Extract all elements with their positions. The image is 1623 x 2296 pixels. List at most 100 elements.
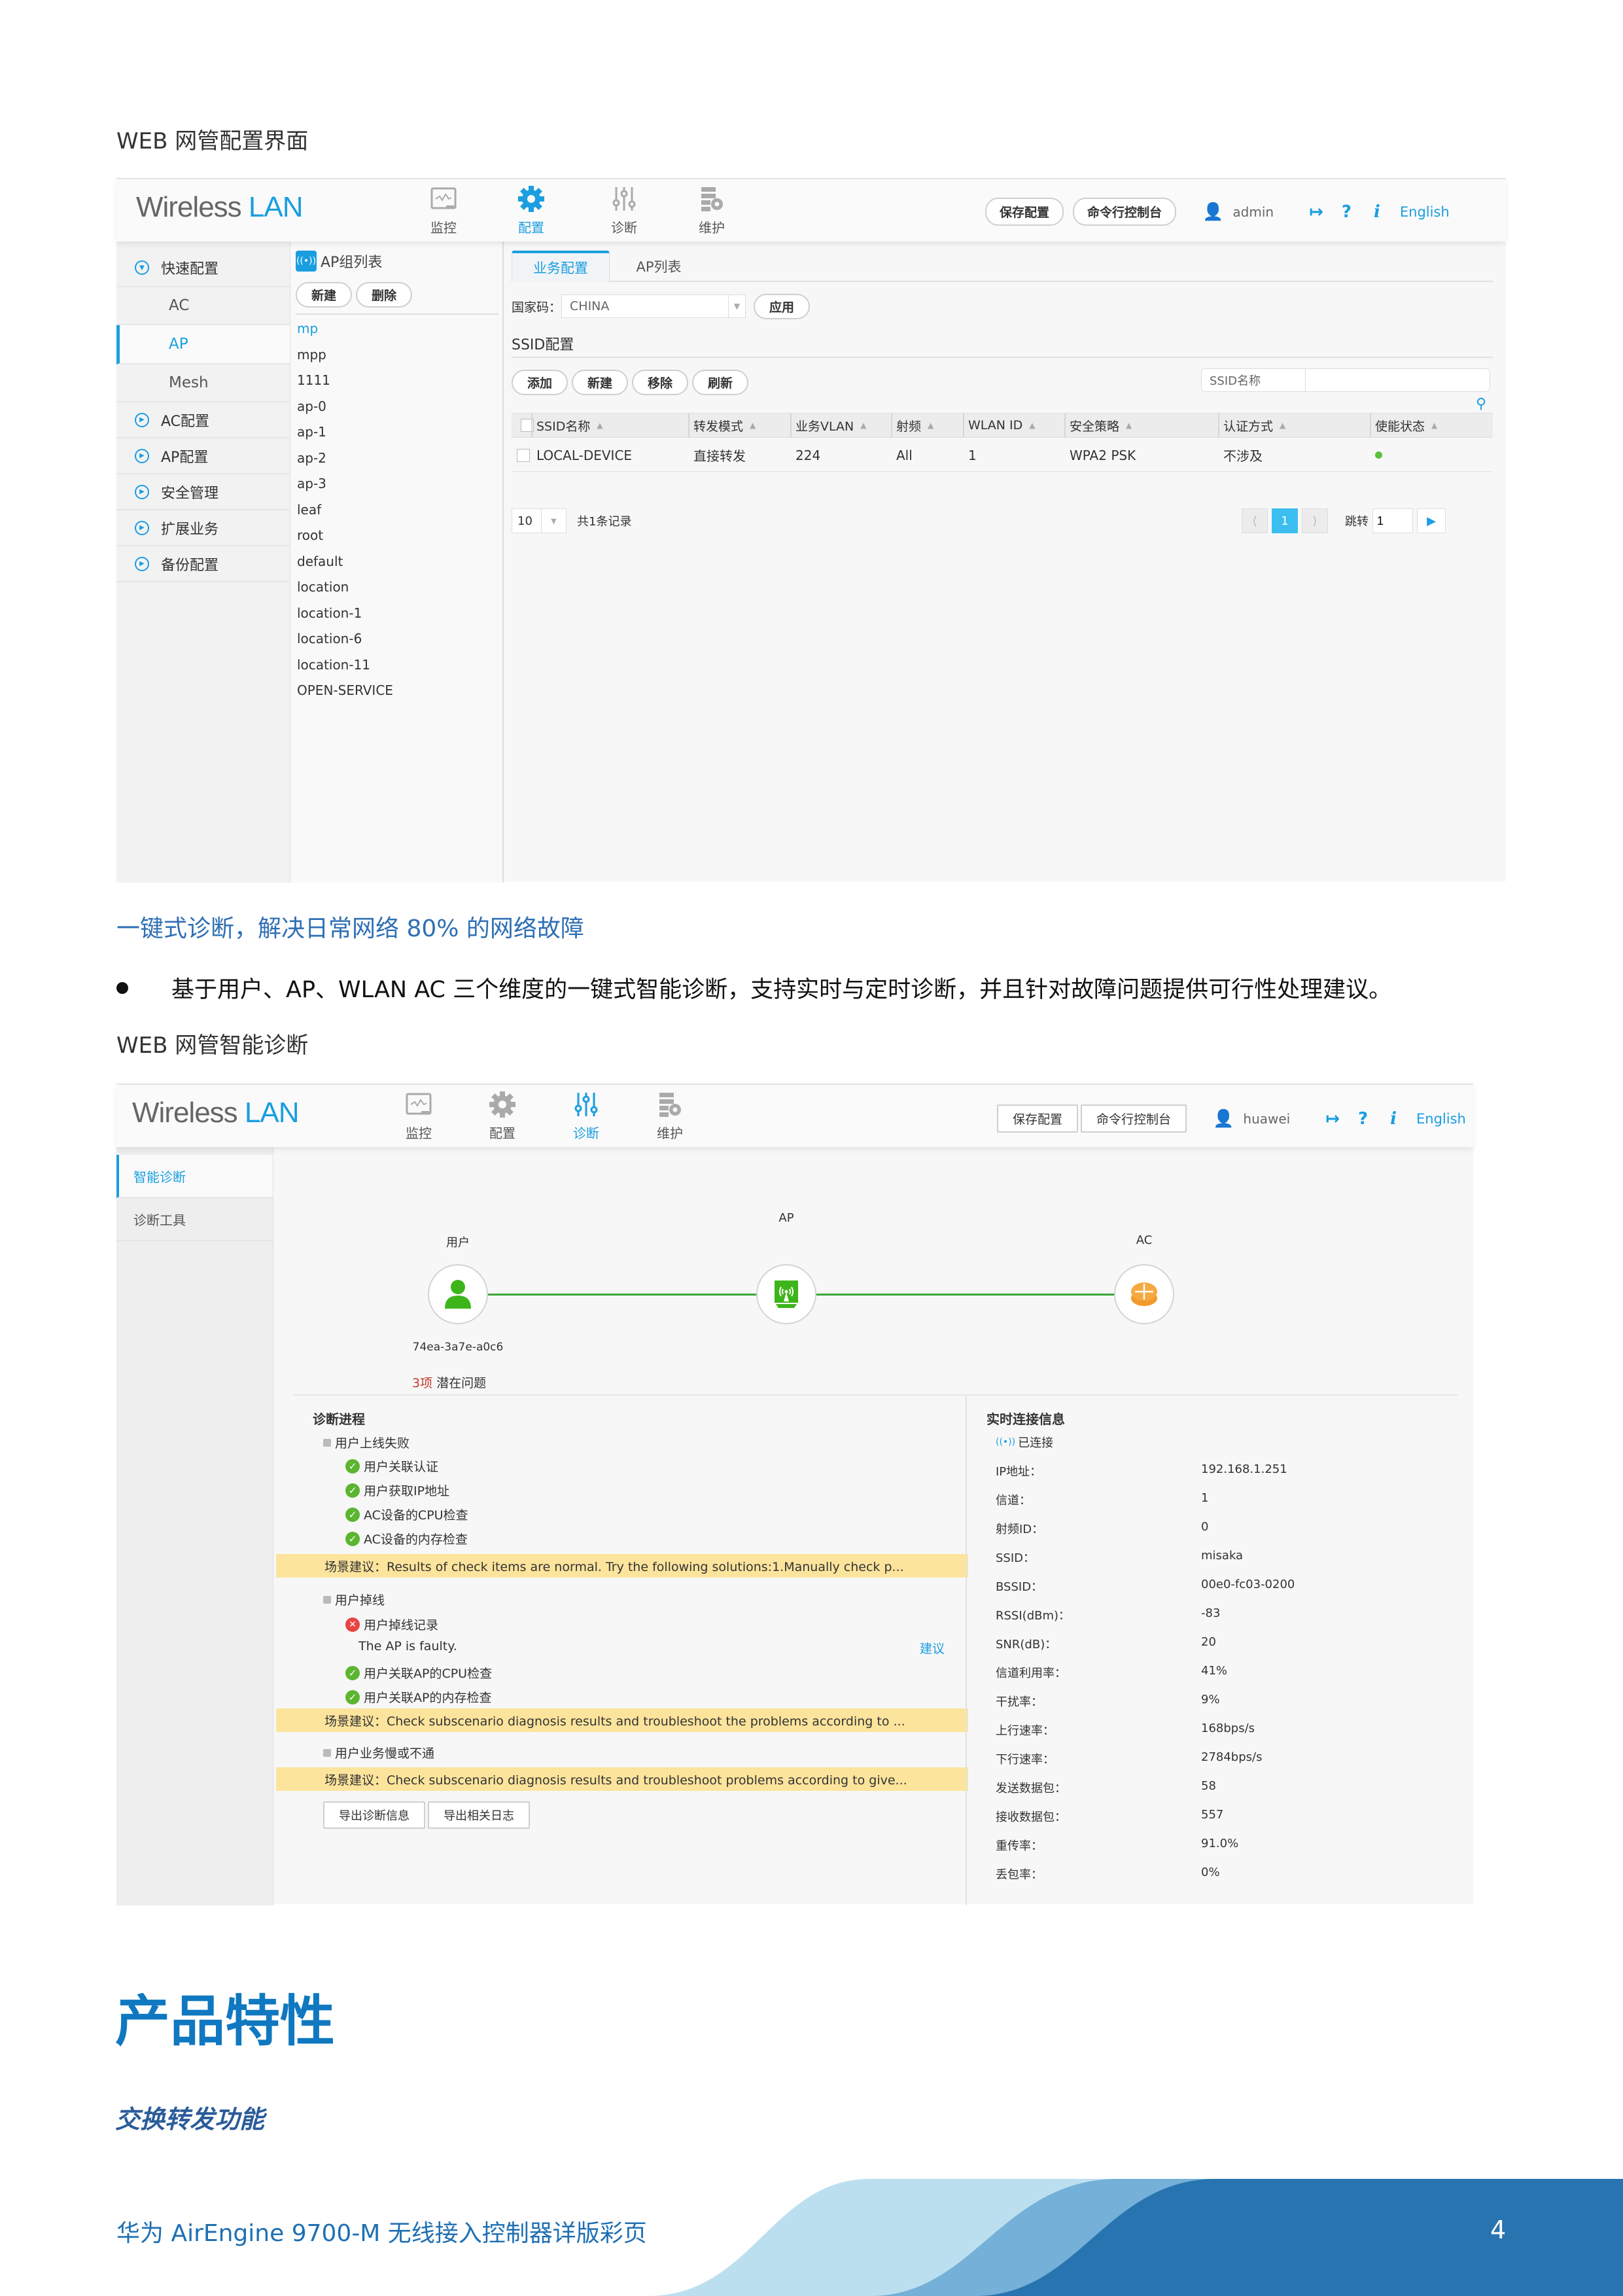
info-row: SSID： misaka	[996, 1549, 1454, 1568]
language-link[interactable]: English	[1416, 1111, 1466, 1127]
group-user-offline[interactable]: 用户掉线	[323, 1591, 385, 1608]
info-icon[interactable]: i	[1374, 202, 1380, 222]
user-node[interactable]	[428, 1264, 488, 1324]
suggestion-link[interactable]: 建议	[920, 1639, 945, 1657]
info-icon[interactable]: i	[1390, 1109, 1397, 1129]
nav-maintain[interactable]: 维护	[644, 1090, 696, 1142]
list-item[interactable]: ap-1	[297, 419, 393, 446]
sidebar-item-ac[interactable]: AC	[116, 287, 290, 325]
remove-ssid-button[interactable]: 移除	[632, 370, 689, 395]
nav-config[interactable]: 配置	[476, 1090, 529, 1142]
prev-page-button[interactable]: ⟨	[1242, 508, 1268, 533]
info-value: misaka	[1201, 1549, 1244, 1563]
tab-service-config[interactable]: 业务配置	[512, 251, 610, 282]
column-label: WLAN ID	[968, 418, 1023, 433]
sidebar-item-smart-diagnosis[interactable]: 智能诊断	[116, 1155, 273, 1198]
go-page-button[interactable]: ▶	[1417, 508, 1446, 533]
export-diagnosis-button[interactable]: 导出诊断信息	[323, 1801, 425, 1829]
list-item[interactable]: leaf	[297, 497, 393, 523]
nav-monitor[interactable]: 监控	[393, 1090, 445, 1142]
scenario-advice: 场景建议：Results of check items are normal. …	[276, 1554, 968, 1578]
group-user-online-failed[interactable]: 用户上线失败	[323, 1434, 410, 1451]
issue-summary[interactable]: 3项 潜在问题	[412, 1373, 486, 1391]
cli-console-button[interactable]: 命令行控制台	[1073, 198, 1177, 226]
info-value: 0	[1201, 1520, 1209, 1534]
ssid-search-label: SSID名称	[1201, 368, 1306, 392]
list-item[interactable]: ap-0	[297, 394, 393, 420]
header-actions: 保存配置 命令行控制台 👤 admin ↦ ? i English	[985, 198, 1450, 226]
list-item[interactable]: 1111	[297, 368, 393, 394]
list-item[interactable]: OPEN-SERVICE	[297, 678, 393, 704]
col-vlan[interactable]: 业务VLAN ▲	[790, 414, 866, 437]
col-ssid-name[interactable]: SSID名称 ▲	[531, 414, 603, 437]
col-forward-mode[interactable]: 转发模式 ▲	[688, 414, 756, 437]
tab-ap-list[interactable]: AP列表	[610, 251, 708, 282]
sidebar-item-extended[interactable]: ▶ 扩展业务	[116, 510, 290, 546]
delete-group-button[interactable]: 删除	[356, 282, 413, 308]
chevron-down-icon: ▼	[728, 295, 745, 317]
sidebar-item-quick-config[interactable]: ▼ 快速配置	[116, 249, 290, 287]
list-item[interactable]: mpp	[297, 342, 393, 368]
logout-icon[interactable]: ↦	[1309, 202, 1323, 222]
new-group-button[interactable]: 新建	[296, 282, 353, 308]
list-item[interactable]: location	[297, 574, 393, 601]
table-row[interactable]: LOCAL-DEVICE 直接转发 224 All 1 WPA2 PSK 不涉及	[512, 439, 1493, 472]
new-ssid-button[interactable]: 新建	[572, 370, 629, 395]
list-item[interactable]: location-11	[297, 652, 393, 679]
sidebar-item-mesh[interactable]: Mesh	[116, 364, 290, 402]
sidebar-item-security[interactable]: ▶ 安全管理	[116, 474, 290, 510]
cli-console-button[interactable]: 命令行控制台	[1081, 1104, 1187, 1133]
realtime-title: 实时连接信息	[986, 1411, 1065, 1427]
sidebar-item-ap[interactable]: AP	[116, 325, 290, 364]
country-select[interactable]: CHINA ▼	[561, 294, 746, 318]
logout-icon[interactable]: ↦	[1325, 1109, 1340, 1129]
refresh-ssid-button[interactable]: 刷新	[692, 370, 749, 395]
help-icon[interactable]: ?	[1358, 1109, 1368, 1129]
page-size-select[interactable]: 10 ▼	[512, 508, 567, 533]
list-item[interactable]: location-1	[297, 601, 393, 627]
list-item[interactable]: ap-3	[297, 471, 393, 497]
col-enabled[interactable]: 使能状态 ▲	[1370, 414, 1437, 437]
language-link[interactable]: English	[1400, 204, 1450, 220]
list-item[interactable]: location-6	[297, 626, 393, 652]
group-user-service-slow[interactable]: 用户业务慢或不通	[323, 1744, 434, 1761]
search-icon[interactable]: ⚲	[1476, 396, 1486, 412]
list-item[interactable]: root	[297, 523, 393, 549]
sidebar-item-backup[interactable]: ▶ 备份配置	[116, 546, 290, 582]
logo: Wireless LAN	[132, 1097, 300, 1129]
signal-icon: ((•))	[996, 1437, 1016, 1447]
info-key: IP地址：	[996, 1465, 1042, 1479]
sidebar-item-ap-config[interactable]: ▶ AP配置	[116, 438, 290, 474]
save-config-button[interactable]: 保存配置	[985, 198, 1064, 226]
sidebar-item-label: Mesh	[169, 374, 209, 391]
add-ssid-button[interactable]: 添加	[512, 370, 568, 395]
save-config-button[interactable]: 保存配置	[997, 1104, 1079, 1133]
col-wlan-id[interactable]: WLAN ID ▲	[963, 414, 1036, 437]
col-auth[interactable]: 认证方式 ▲	[1218, 414, 1285, 437]
ap-node[interactable]	[756, 1264, 816, 1324]
nav-maintain[interactable]: 维护	[686, 185, 738, 236]
help-icon[interactable]: ?	[1342, 202, 1352, 222]
sidebar-item-diagnosis-tools[interactable]: 诊断工具	[116, 1198, 273, 1241]
nav-diagnose[interactable]: 诊断	[560, 1090, 612, 1142]
export-log-button[interactable]: 导出相关日志	[428, 1801, 530, 1829]
page-1-button[interactable]: 1	[1272, 508, 1298, 533]
row-checkbox[interactable]	[517, 439, 530, 471]
nav-monitor[interactable]: 监控	[417, 185, 470, 236]
nav-config[interactable]: 配置	[505, 185, 557, 236]
sidebar-item-ac-config[interactable]: ▶ AC配置	[116, 402, 290, 438]
list-item[interactable]: mp	[297, 316, 393, 342]
ssid-search-input[interactable]	[1306, 368, 1490, 392]
ac-node[interactable]	[1114, 1264, 1174, 1324]
col-security[interactable]: 安全策略 ▲	[1064, 414, 1132, 437]
list-item[interactable]: default	[297, 549, 393, 575]
apply-button[interactable]: 应用	[754, 293, 811, 319]
check-ok-icon: ✓	[345, 1458, 360, 1474]
next-page-button[interactable]: ⟩	[1302, 508, 1328, 533]
list-item[interactable]: ap-2	[297, 446, 393, 472]
col-radio[interactable]: 射频 ▲	[891, 414, 934, 437]
group-label: 用户业务慢或不通	[335, 1746, 435, 1761]
issue-count: 3项	[412, 1376, 433, 1390]
nav-diagnose[interactable]: 诊断	[598, 185, 650, 236]
jump-page-input[interactable]	[1372, 508, 1413, 533]
